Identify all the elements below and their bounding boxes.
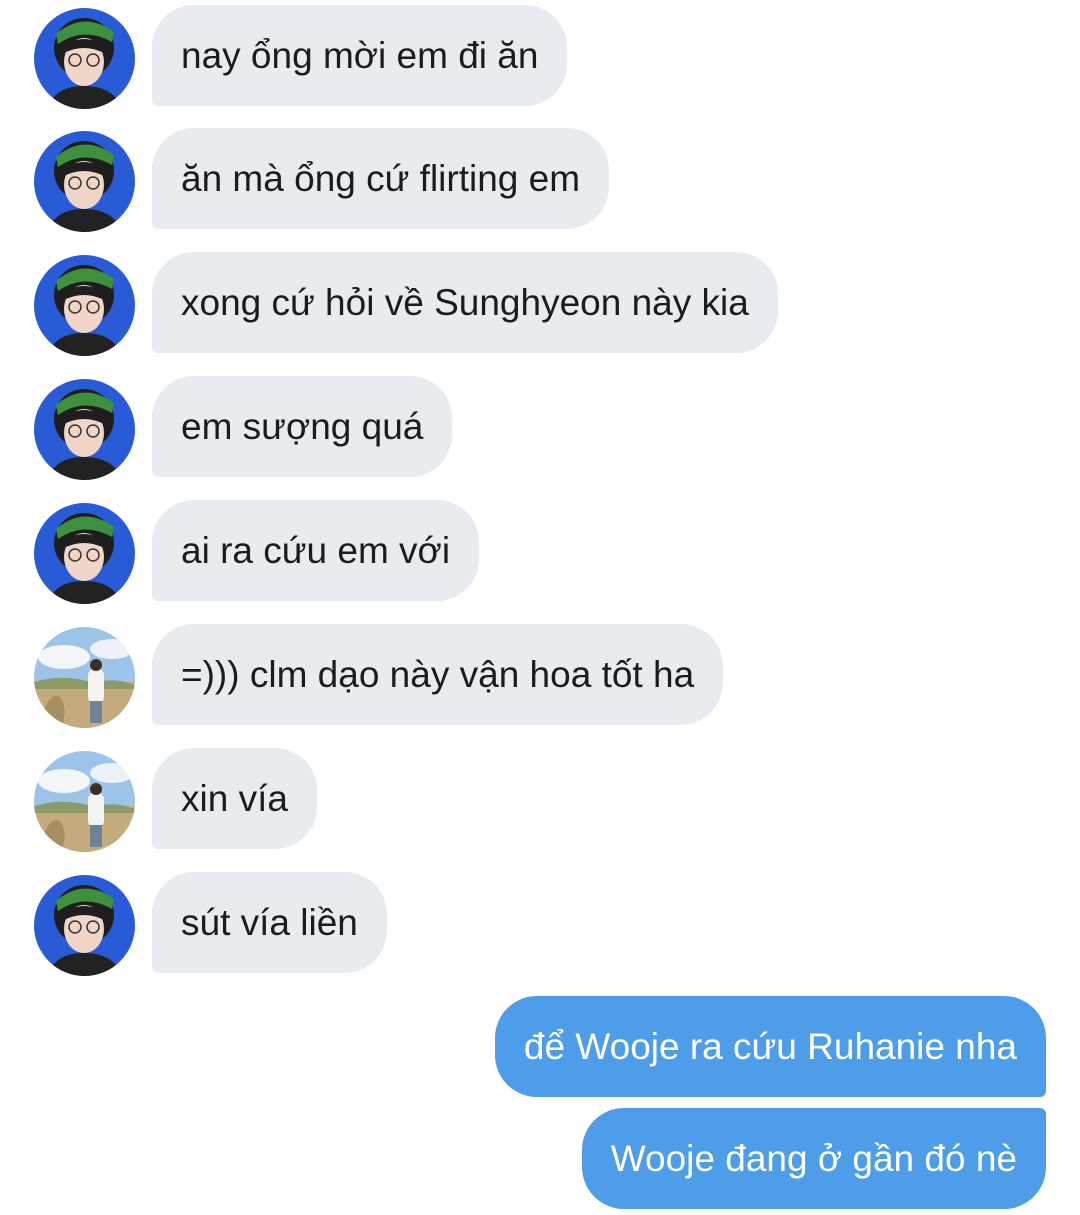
- contact-avatar[interactable]: [34, 627, 135, 728]
- contact-avatar[interactable]: [34, 255, 135, 356]
- contact-avatar[interactable]: [34, 131, 135, 232]
- contact-avatar[interactable]: [34, 8, 135, 109]
- contact-avatar[interactable]: [34, 503, 135, 604]
- message-row: xong cứ hỏi về Sunghyeon này kia: [0, 252, 1080, 356]
- message-row: ai ra cứu em với: [0, 500, 1080, 604]
- incoming-message-bubble[interactable]: xin vía: [152, 748, 317, 849]
- incoming-message-bubble[interactable]: ai ra cứu em với: [152, 500, 480, 601]
- contact-avatar[interactable]: [34, 875, 135, 976]
- outgoing-message-bubble[interactable]: Wooje đang ở gần đó nè: [581, 1108, 1046, 1209]
- outgoing-message-bubble[interactable]: để Wooje ra cứu Ruhanie nha: [494, 996, 1046, 1097]
- message-row: em sượng quá: [0, 376, 1080, 480]
- contact-avatar[interactable]: [34, 379, 135, 480]
- incoming-message-bubble[interactable]: nay ổng mời em đi ăn: [152, 5, 568, 106]
- message-row: ăn mà ổng cứ flirting em: [0, 128, 1080, 232]
- incoming-message-bubble[interactable]: sút vía liền: [152, 872, 387, 973]
- message-row: nay ổng mời em đi ăn: [0, 5, 1080, 109]
- message-row: để Wooje ra cứu Ruhanie nha: [0, 996, 1080, 1097]
- incoming-message-bubble[interactable]: =))) clm dạo này vận hoa tốt ha: [152, 624, 724, 725]
- message-row: sút vía liền: [0, 872, 1080, 976]
- message-row: =))) clm dạo này vận hoa tốt ha: [0, 624, 1080, 728]
- contact-avatar[interactable]: [34, 751, 135, 852]
- message-row: Wooje đang ở gần đó nè: [0, 1108, 1080, 1209]
- incoming-message-bubble[interactable]: ăn mà ổng cứ flirting em: [152, 128, 610, 229]
- message-row: xin vía: [0, 748, 1080, 852]
- incoming-message-bubble[interactable]: em sượng quá: [152, 376, 453, 477]
- incoming-message-bubble[interactable]: xong cứ hỏi về Sunghyeon này kia: [152, 252, 778, 353]
